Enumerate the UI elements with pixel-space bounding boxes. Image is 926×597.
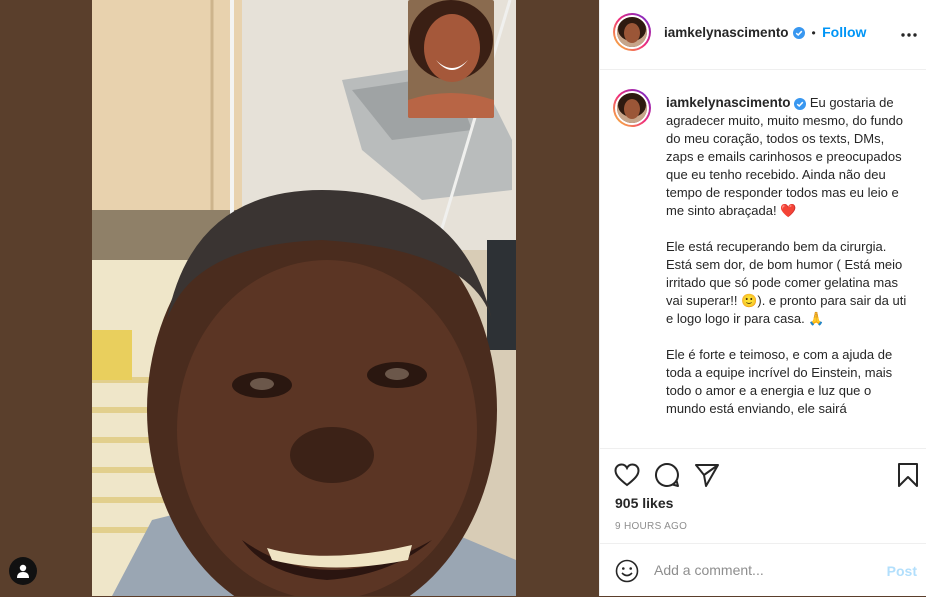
heart-emoji: ❤️ bbox=[780, 203, 797, 218]
more-options-icon bbox=[901, 33, 917, 37]
caption-paragraph-2: Ele está recuperando bem da cirurgia. Es… bbox=[666, 238, 914, 328]
comment-icon bbox=[655, 462, 679, 487]
comment-form: Post bbox=[600, 543, 926, 597]
more-options-button[interactable] bbox=[898, 24, 920, 46]
avatar-image bbox=[617, 93, 647, 123]
caption-paragraph-3: Ele é forte e teimoso, e com a ajuda de … bbox=[666, 346, 914, 418]
account-icon bbox=[17, 564, 29, 578]
caption-scroll-area[interactable]: iamkelynascimento Eu gostaria de agradec… bbox=[600, 70, 926, 448]
smile-emoji: 🙂 bbox=[741, 293, 758, 308]
post-media-area bbox=[0, 0, 599, 596]
verified-badge-icon bbox=[793, 26, 806, 39]
header-user-line: iamkelynascimento • Follow bbox=[664, 24, 866, 42]
self-view-photo bbox=[408, 0, 494, 118]
share-button[interactable] bbox=[693, 461, 721, 489]
video-call-self-view bbox=[408, 0, 494, 118]
heart-icon bbox=[614, 463, 640, 487]
paper-plane-icon bbox=[695, 464, 719, 487]
avatar-image bbox=[617, 17, 647, 47]
comment-button[interactable] bbox=[653, 461, 681, 489]
like-button[interactable] bbox=[613, 461, 641, 489]
smiley-icon bbox=[615, 559, 639, 583]
caption-avatar[interactable] bbox=[613, 89, 651, 127]
follow-button[interactable]: Follow bbox=[822, 24, 866, 40]
post-timestamp[interactable]: 9 HOURS AGO bbox=[615, 521, 687, 532]
caption-username[interactable]: iamkelynascimento bbox=[666, 95, 791, 110]
post-header: iamkelynascimento • Follow bbox=[600, 0, 926, 70]
likes-count[interactable]: 905 likes bbox=[615, 495, 673, 511]
pray-emoji: 🙏 bbox=[808, 311, 825, 326]
separator-dot: • bbox=[811, 26, 816, 40]
header-avatar[interactable] bbox=[613, 13, 651, 51]
account-button[interactable] bbox=[9, 557, 37, 585]
comment-input[interactable] bbox=[654, 562, 874, 578]
caption-text: Eu gostaria de agradecer muito, muito me… bbox=[666, 95, 904, 218]
caption-paragraph-1: iamkelynascimento Eu gostaria de agradec… bbox=[666, 94, 914, 220]
post-caption: iamkelynascimento Eu gostaria de agradec… bbox=[666, 94, 914, 436]
verified-badge-icon bbox=[794, 97, 807, 110]
header-username[interactable]: iamkelynascimento bbox=[664, 25, 789, 40]
post-comment-button[interactable]: Post bbox=[887, 563, 917, 579]
save-button[interactable] bbox=[894, 461, 922, 489]
emoji-picker-button[interactable] bbox=[614, 558, 640, 584]
post-actions-section: 905 likes 9 HOURS AGO Post bbox=[600, 448, 926, 596]
bookmark-icon bbox=[898, 463, 918, 487]
caption-text: Ele é forte e teimoso, e com a ajuda de … bbox=[666, 347, 893, 416]
post-side-panel: iamkelynascimento • Follow iamkelynascim… bbox=[599, 0, 926, 596]
